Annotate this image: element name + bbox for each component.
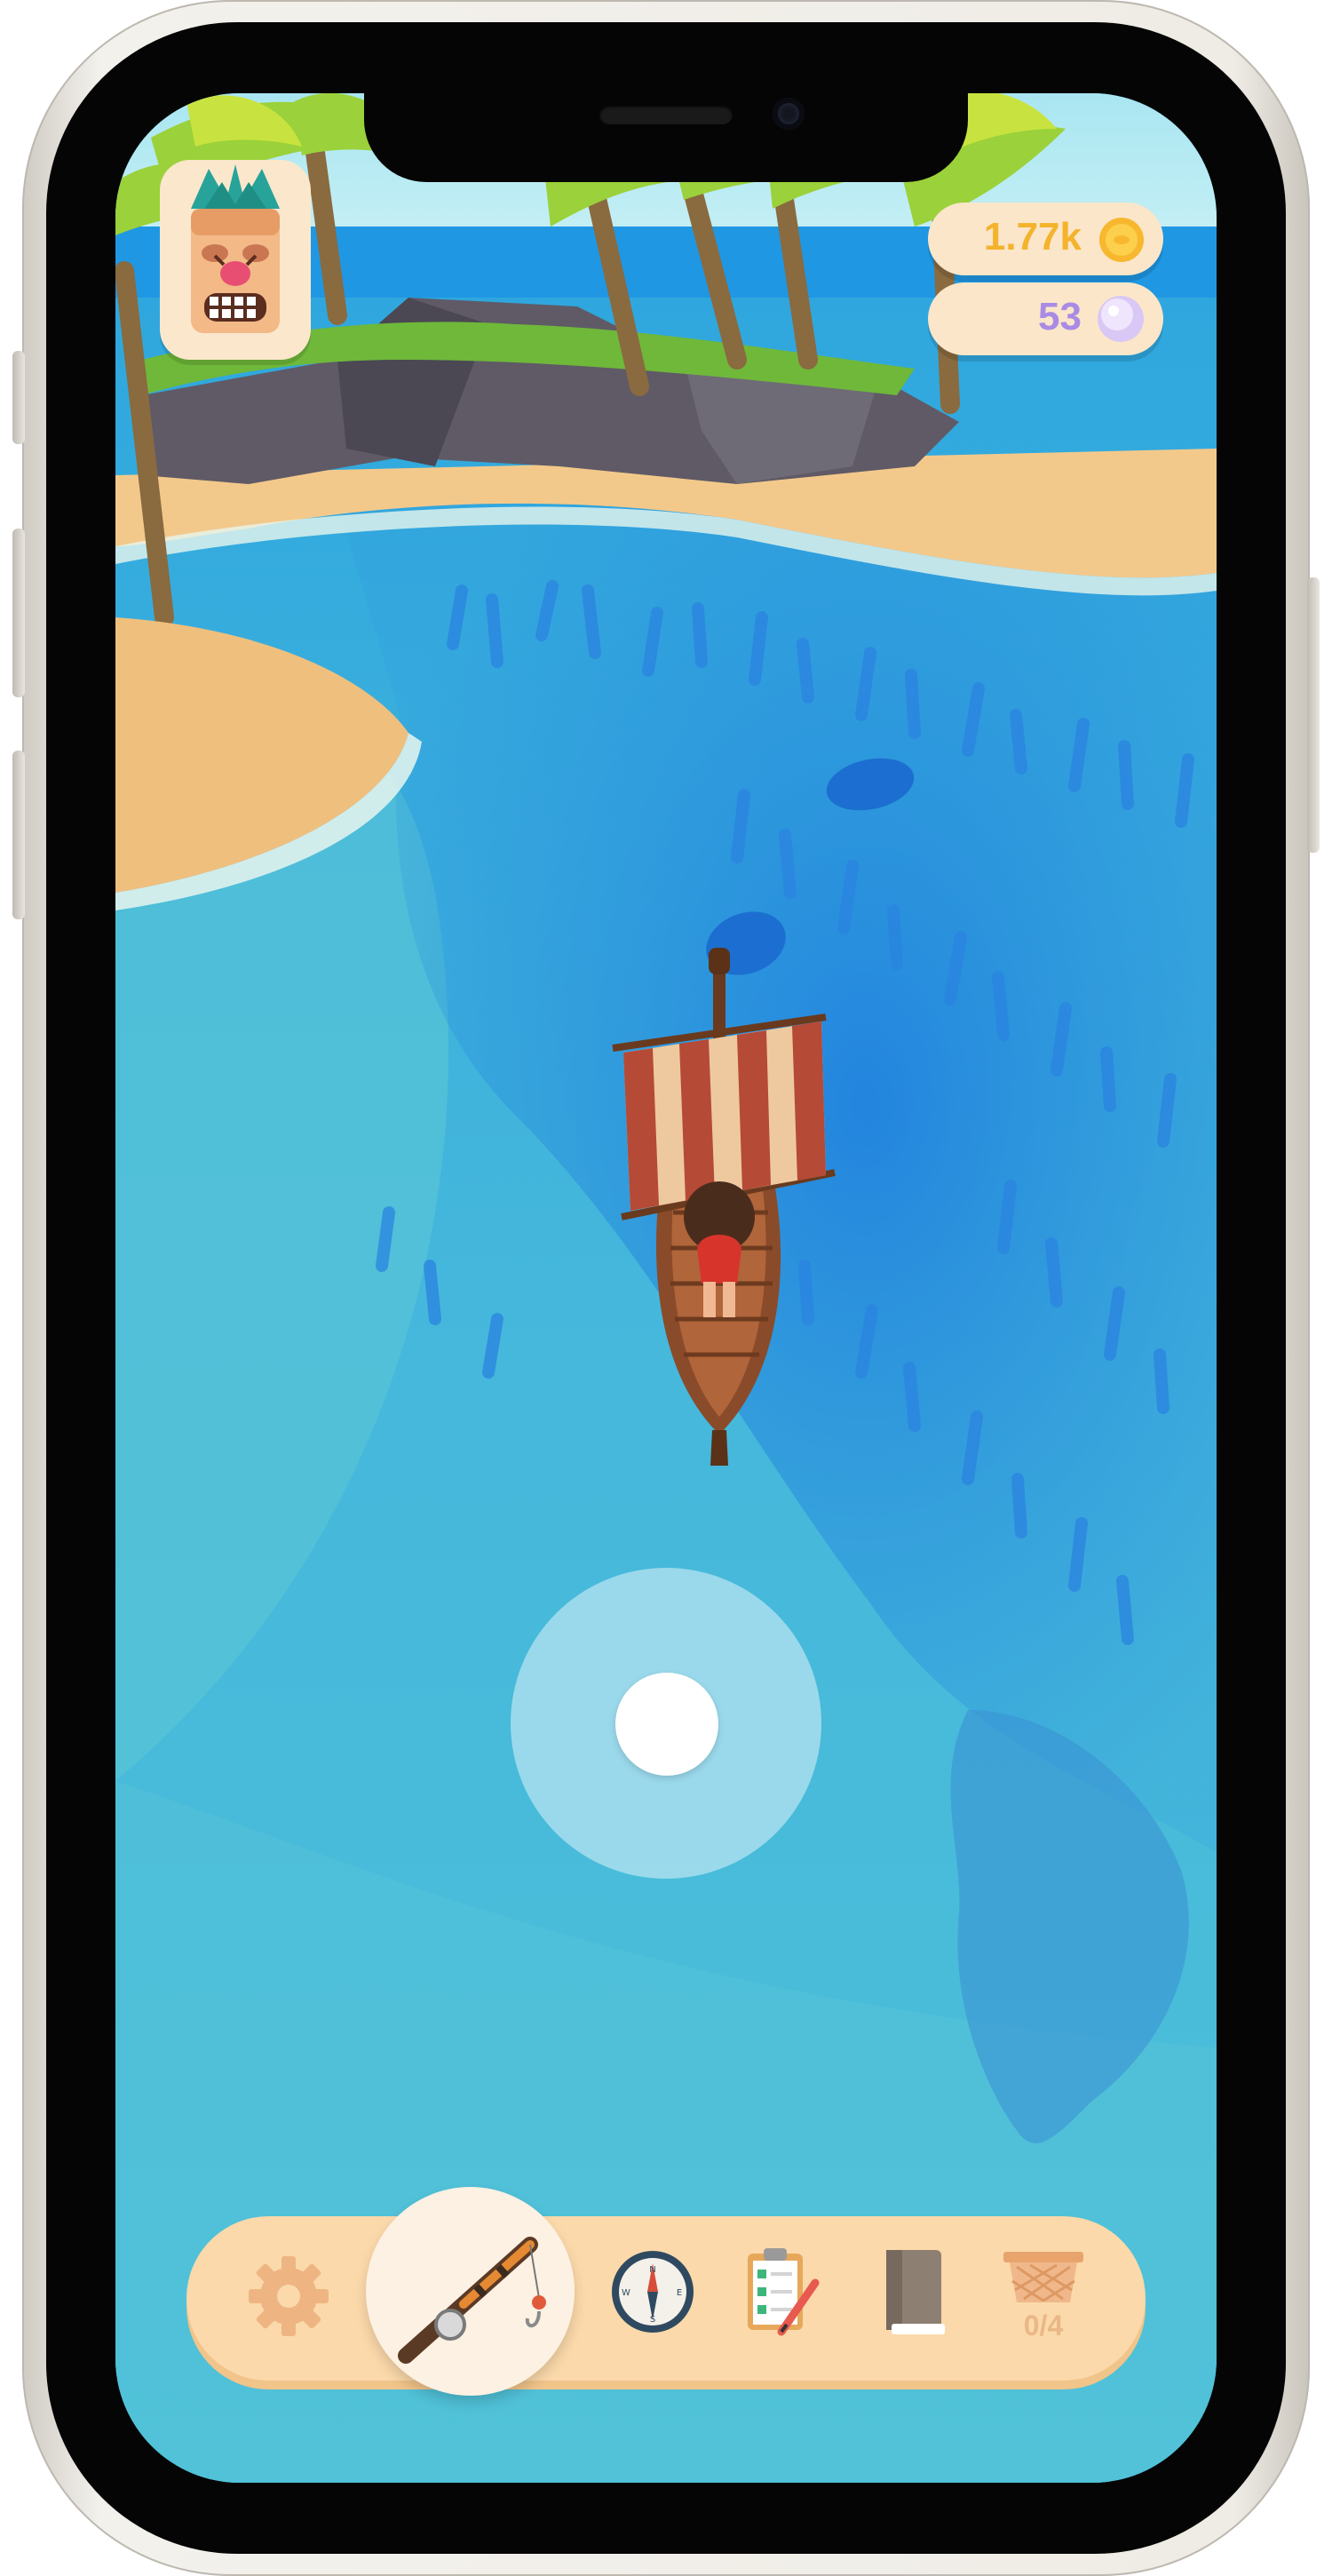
fishing-rod-button[interactable] xyxy=(366,2187,575,2396)
collection-book-button[interactable] xyxy=(879,2246,950,2339)
game-scene xyxy=(115,93,1217,2483)
earpiece-speaker xyxy=(599,105,733,124)
svg-text:N: N xyxy=(649,2265,655,2275)
basket-icon xyxy=(1003,2252,1083,2302)
svg-text:S: S xyxy=(650,2315,655,2325)
mute-switch xyxy=(12,351,25,444)
pearls-value: 53 xyxy=(1038,295,1082,338)
coins-counter[interactable]: 1.77k xyxy=(928,203,1163,275)
joystick-knob[interactable] xyxy=(615,1673,718,1776)
quests-button[interactable] xyxy=(737,2243,826,2341)
clipboard-checklist-icon xyxy=(748,2248,820,2336)
pearl-icon xyxy=(1098,296,1144,342)
book-icon xyxy=(886,2250,945,2334)
volume-down-button xyxy=(12,751,25,919)
basket-count: 0/4 xyxy=(1023,2310,1064,2341)
tiki-mask-icon xyxy=(191,164,280,333)
front-camera xyxy=(773,98,805,130)
avatar-button[interactable] xyxy=(160,160,311,360)
compass-icon: N S W E xyxy=(612,2251,694,2333)
gold-coin-icon xyxy=(1099,218,1144,262)
svg-text:E: E xyxy=(677,2288,682,2298)
power-button xyxy=(1307,577,1320,853)
settings-button[interactable] xyxy=(244,2252,333,2341)
basket-button[interactable] xyxy=(999,2247,1088,2310)
notch xyxy=(364,84,968,182)
coins-value: 1.77k xyxy=(983,215,1082,258)
fishing-rod-icon xyxy=(398,2237,546,2364)
gear-icon xyxy=(249,2256,329,2336)
sailor-body xyxy=(697,1235,741,1284)
svg-text:W: W xyxy=(622,2288,630,2298)
pearls-counter[interactable]: 53 xyxy=(928,282,1163,355)
device-frame: 1.77k 53 N S W E 0/4 xyxy=(0,0,1332,2576)
game-screen[interactable] xyxy=(115,93,1217,2483)
compass-button[interactable]: N S W E xyxy=(608,2247,697,2336)
volume-up-button xyxy=(12,529,25,697)
